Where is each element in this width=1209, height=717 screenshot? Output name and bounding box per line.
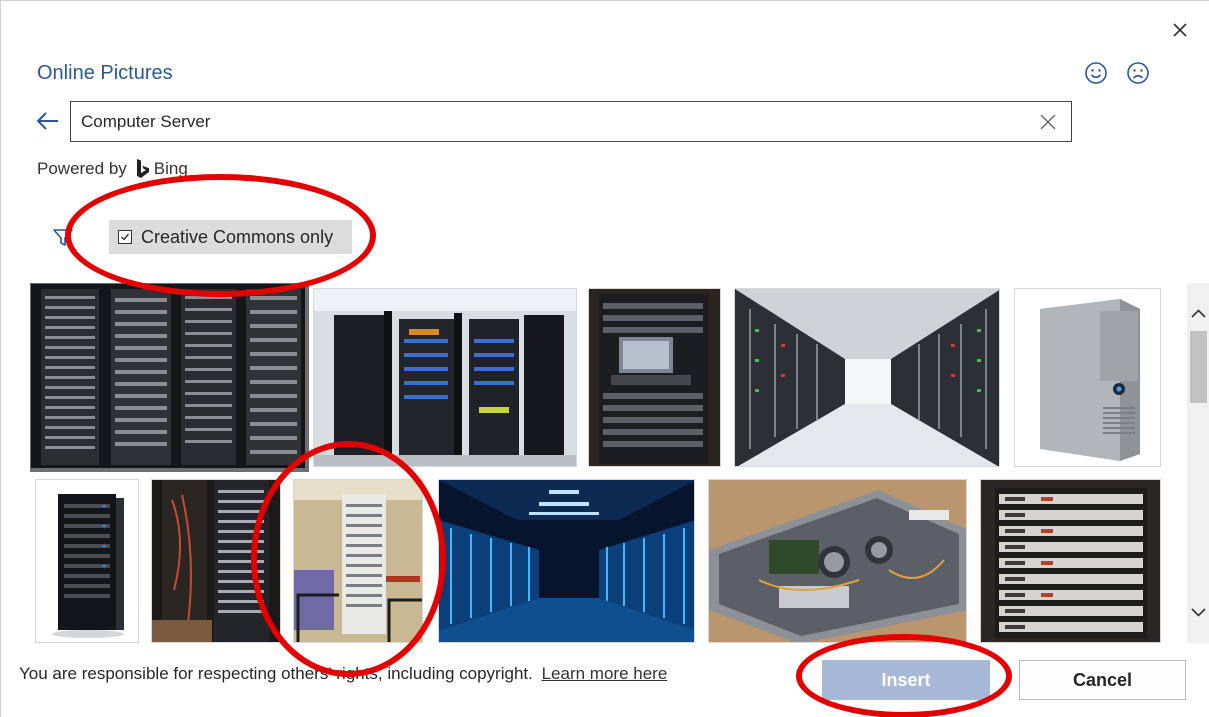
image-result[interactable] <box>588 288 721 467</box>
filter-button[interactable] <box>51 225 75 249</box>
image-result[interactable] <box>438 479 695 643</box>
creative-commons-checkbox[interactable] <box>118 230 132 244</box>
copyright-notice: You are responsible for respecting other… <box>19 664 667 684</box>
dialog-title: Online Pictures <box>37 62 173 84</box>
scroll-thumb[interactable] <box>1190 331 1207 403</box>
white-server-lab-image <box>294 480 422 642</box>
image-result[interactable] <box>30 283 309 472</box>
image-result[interactable] <box>35 479 139 643</box>
open-cabinets-image <box>314 289 576 466</box>
image-result[interactable] <box>151 479 281 643</box>
back-arrow-icon <box>36 112 58 130</box>
back-button[interactable] <box>34 108 62 134</box>
chevron-up-icon <box>1191 309 1206 318</box>
creative-commons-label: Creative Commons only <box>141 226 334 247</box>
frown-feedback-button[interactable] <box>1125 60 1151 86</box>
search-input[interactable] <box>81 102 1011 141</box>
stacked-servers-image <box>981 480 1160 642</box>
results-scrollbar[interactable] <box>1187 283 1209 643</box>
scroll-down-button[interactable] <box>1187 601 1209 623</box>
server-chassis-image <box>709 480 966 642</box>
image-result[interactable] <box>313 288 577 467</box>
smile-icon <box>1085 62 1107 84</box>
smile-feedback-button[interactable] <box>1083 60 1109 86</box>
powered-by: Powered by Bing <box>37 158 188 180</box>
frown-icon <box>1127 62 1149 84</box>
scroll-up-button[interactable] <box>1187 303 1209 325</box>
server-racks-image <box>31 284 305 468</box>
blue-datacenter-image <box>439 480 694 642</box>
image-results-grid <box>30 283 1185 643</box>
black-rack-image <box>36 480 138 642</box>
clear-icon <box>1040 114 1056 130</box>
image-result[interactable] <box>734 288 1000 467</box>
image-result[interactable] <box>1014 288 1161 467</box>
image-result[interactable] <box>980 479 1161 643</box>
copyright-notice-text: You are responsible for respecting other… <box>19 664 533 683</box>
image-result[interactable] <box>708 479 967 643</box>
checkmark-icon <box>121 233 130 241</box>
datacenter-aisle-image <box>735 289 999 466</box>
chevron-down-icon <box>1191 608 1206 617</box>
filter-icon <box>53 229 73 246</box>
close-icon <box>1173 23 1187 37</box>
bing-logo-icon <box>136 159 149 178</box>
search-box <box>70 101 1072 142</box>
online-pictures-dialog: Online Pictures Powered by <box>0 0 1209 717</box>
learn-more-link[interactable]: Learn more here <box>542 664 668 683</box>
cancel-button[interactable]: Cancel <box>1019 660 1186 700</box>
creative-commons-toggle[interactable]: Creative Commons only <box>109 220 352 254</box>
rack-cabling-image <box>152 480 280 642</box>
rack-monitor-image <box>589 289 720 466</box>
search-clear-button[interactable] <box>1037 111 1059 133</box>
close-button[interactable] <box>1167 17 1193 43</box>
tower-server-image <box>1015 289 1160 466</box>
powered-by-label: Powered by <box>37 159 127 178</box>
bing-label: Bing <box>153 159 188 178</box>
insert-button[interactable]: Insert <box>822 660 990 700</box>
image-result[interactable] <box>293 479 423 643</box>
